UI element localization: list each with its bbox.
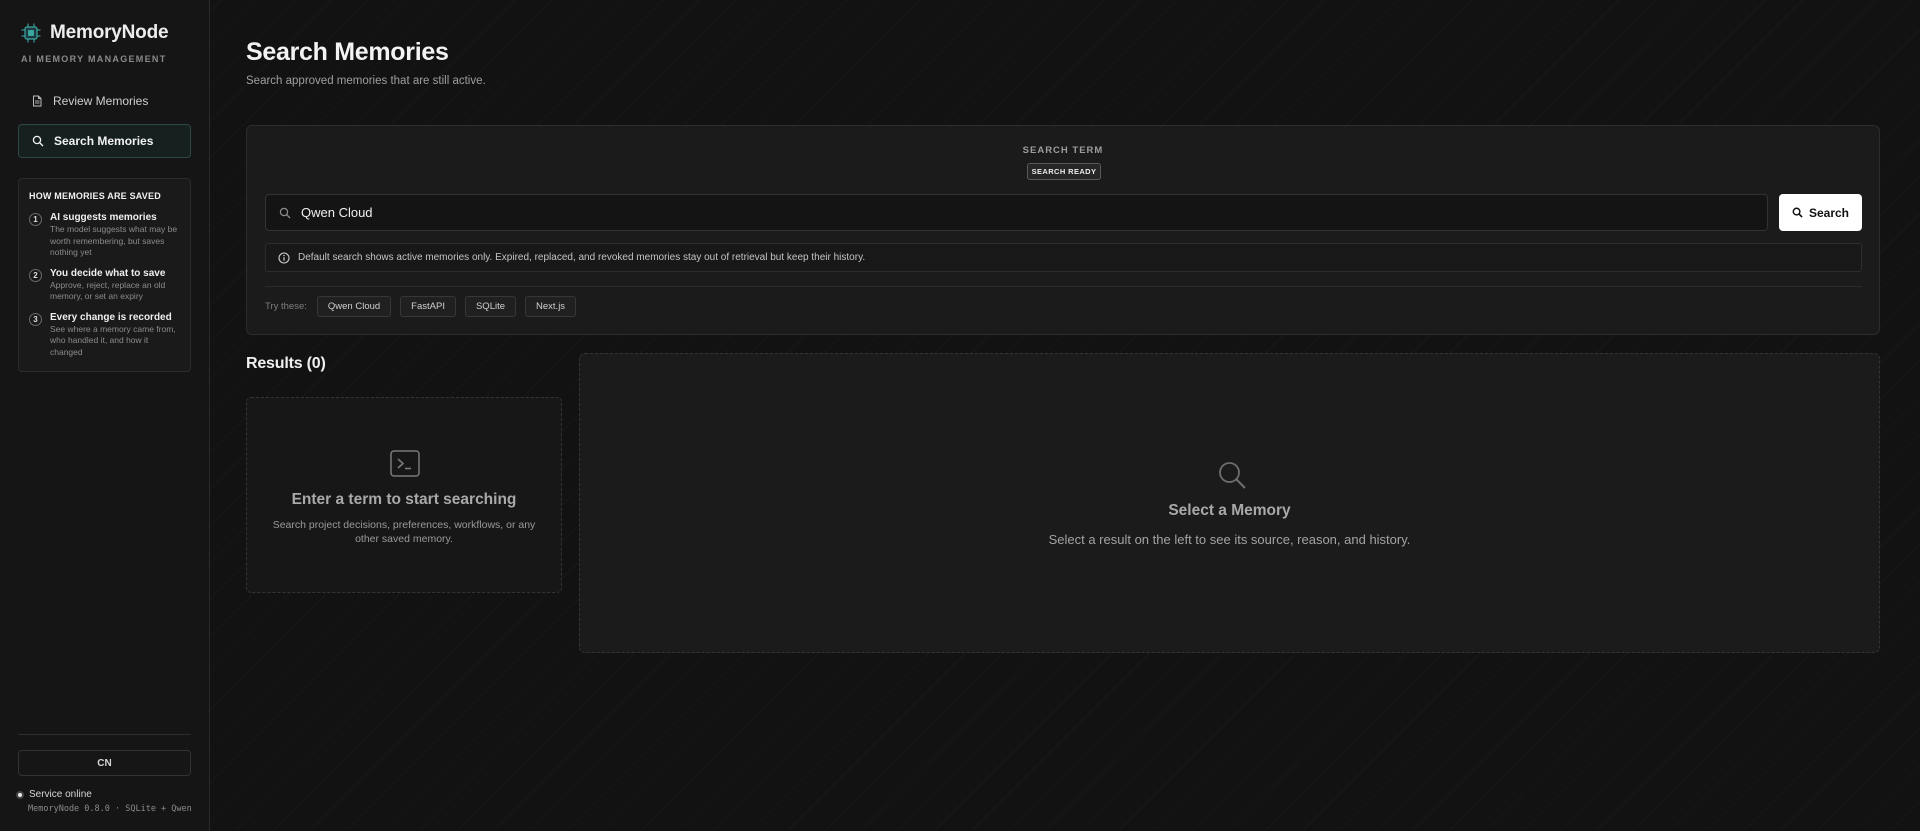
terminal-icon [390,450,420,477]
sidebar-item-review-memories[interactable]: Review Memories [18,84,191,118]
search-button-label: Search [1808,205,1850,220]
try-label: Try these: [265,301,307,312]
suggestion-chip[interactable]: Next.js [525,296,577,317]
info-icon [278,251,290,264]
search-icon [1792,207,1803,218]
info-text: Default search shows active memories onl… [298,252,866,263]
howto-step: 1 AI suggests memories The model suggest… [29,212,180,259]
brand-subtitle: AI MEMORY MANAGEMENT [21,54,167,64]
language-toggle-button[interactable]: CN [18,750,191,776]
howto-title: HOW MEMORIES ARE SAVED [29,191,161,201]
search-input[interactable] [301,205,1701,220]
status-dot-icon [16,790,24,799]
chip-logo-icon [20,22,42,44]
search-icon [32,135,44,147]
step-number: 2 [29,268,42,282]
sidebar: MemoryNode AI MEMORY MANAGEMENT Review M… [0,0,210,831]
status-text: Service online [29,789,92,800]
results-title: Results (0) [246,355,326,372]
howto-step: 3 Every change is recorded See where a m… [29,312,180,359]
sidebar-item-label: Search Memories [54,134,154,148]
step-description: The model suggests what may be worth rem… [50,224,178,257]
step-description: Approve, reject, replace an old memory, … [50,279,166,302]
step-number: 1 [29,213,42,226]
how-memories-saved-panel: HOW MEMORIES ARE SAVED 1 AI suggests mem… [18,178,191,372]
empty-state-title: Enter a term to start searching [291,491,517,508]
search-card: SEARCH TERM SEARCH READY Search Default … [246,125,1880,335]
version-info: MemoryNode 0.8.0 · SQLite + Qwen [28,804,192,814]
search-ready-badge: SEARCH READY [1027,163,1101,180]
document-icon [33,95,42,107]
sidebar-divider [18,734,191,735]
search-info-notice: Default search shows active memories onl… [265,243,1862,272]
sidebar-item-search-memories[interactable]: Search Memories [18,124,191,158]
search-input-wrapper[interactable] [265,194,1768,231]
suggestion-chip[interactable]: SQLite [464,296,517,317]
step-title: You decide what to save [50,267,166,279]
page-title: Search Memories [246,38,449,66]
step-title: AI suggests memories [50,212,157,223]
empty-state-description: Search project decisions, preferences, w… [272,519,536,545]
magnifier-icon [1219,462,1246,489]
memory-detail-panel: Select a Memory Select a result on the l… [579,353,1880,653]
search-term-label: SEARCH TERM [1022,145,1104,156]
search-icon [279,207,291,218]
howto-step: 2 You decide what to save Approve, rejec… [29,268,180,303]
step-description: See where a memory came from, who handle… [50,323,176,357]
results-empty-state: Enter a term to start searching Search p… [246,397,562,593]
brand-name: MemoryNode [50,22,169,43]
detail-title: Select a Memory [1168,502,1291,519]
page-subtitle: Search approved memories that are still … [246,75,486,87]
suggestion-row: Try these: Qwen Cloud FastAPI SQLite Nex… [265,296,577,317]
suggestion-chip[interactable]: FastAPI [400,296,456,317]
detail-description: Select a result on the left to see its s… [1048,532,1411,547]
step-title: Every change is recorded [50,311,172,323]
search-button[interactable]: Search [1779,194,1862,231]
card-divider [265,286,1862,287]
sidebar-item-label: Review Memories [53,94,149,108]
service-status: Service online [16,789,92,800]
brand[interactable]: MemoryNode [20,22,169,44]
suggestion-chip[interactable]: Qwen Cloud [316,296,392,317]
step-number: 3 [29,312,42,326]
